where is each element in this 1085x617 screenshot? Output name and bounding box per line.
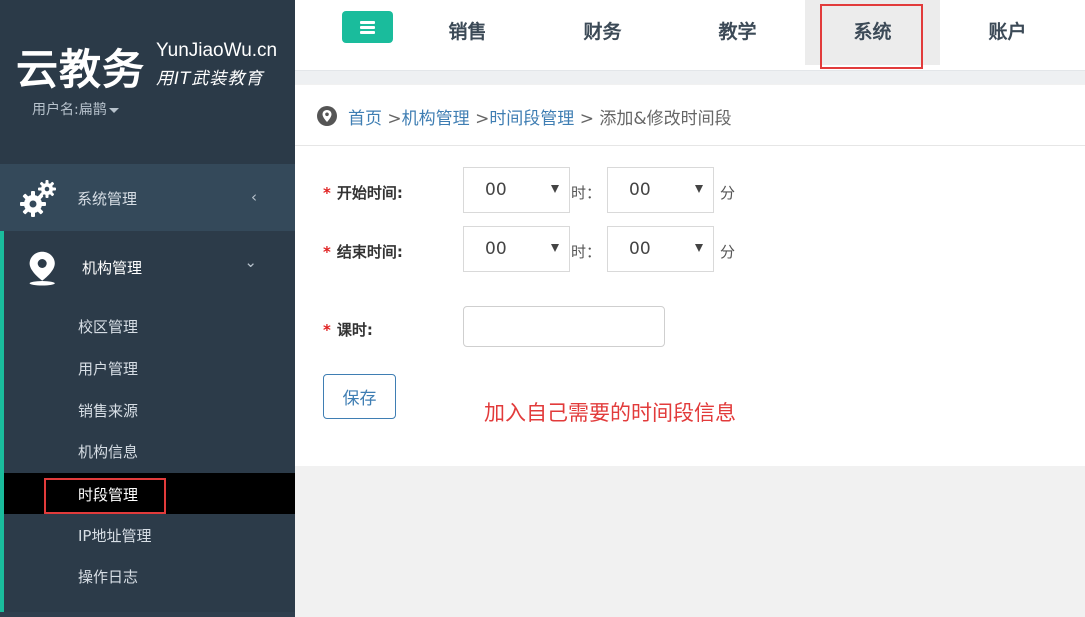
hamburger-icon [360, 21, 375, 24]
hour-unit: 时： [571, 243, 602, 261]
hour-unit: 时： [571, 184, 602, 202]
dropdown-arrow-icon [695, 185, 703, 193]
sidebar-item-users[interactable]: 用户管理 [4, 347, 295, 388]
dropdown-arrow-icon [551, 244, 559, 252]
minute-unit: 分 [720, 184, 736, 202]
sidebar-item-label: 时段管理 [78, 486, 139, 504]
start-minute-select[interactable]: 00 [607, 167, 714, 213]
sidebar: 云教务 YunJiaoWu.cn 用IT武装教育 用户名:扁鹊 系统管理 ‹ 机… [0, 0, 295, 617]
sidebar-item-system-management[interactable]: 系统管理 ‹ [0, 164, 295, 231]
sidebar-group-label: 机构管理 [82, 259, 143, 277]
breadcrumb-current: 添加&修改时间段 [599, 109, 732, 129]
logo-text: 云教务 [16, 45, 146, 94]
gears-icon [20, 180, 56, 217]
sidebar-item-ip-address[interactable]: IP地址管理 [4, 514, 295, 555]
breadcrumb-org-management[interactable]: 机构管理 [402, 109, 470, 129]
start-minute-value: 00 [629, 180, 651, 200]
breadcrumb-time-slot-management[interactable]: 时间段管理 [489, 109, 574, 129]
sidebar-item-time-slots[interactable]: 时段管理 [4, 473, 295, 514]
tab-account[interactable]: 账户 [940, 0, 1075, 65]
start-time-label-text: 开始时间: [336, 184, 403, 202]
sidebar-item-org-info[interactable]: 机构信息 [4, 430, 295, 471]
main-content: 首页 >机构管理 >时间段管理 > 添加&修改时间段 * 开始时间: 00 时： … [295, 85, 1085, 466]
end-time-label-text: 结束时间: [336, 243, 403, 261]
required-mark: * [323, 184, 331, 202]
breadcrumb-separator: > [387, 109, 402, 129]
save-button[interactable]: 保存 [323, 374, 396, 419]
dropdown-arrow-icon [551, 185, 559, 193]
class-hours-input[interactable] [463, 306, 665, 347]
end-minute-value: 00 [629, 239, 651, 259]
sidebar-item-label: 校区管理 [78, 318, 139, 336]
end-hour-select[interactable]: 00 [463, 226, 570, 272]
brand-area: 云教务 YunJiaoWu.cn 用IT武装教育 用户名:扁鹊 [0, 0, 295, 164]
minute-unit: 分 [720, 243, 736, 261]
user-dropdown[interactable]: 用户名:扁鹊 [32, 99, 119, 119]
class-hours-label: * 课时: [323, 319, 373, 340]
map-pin-icon [29, 251, 55, 286]
hamburger-icon-bar [360, 31, 375, 34]
location-pin-icon [317, 106, 337, 126]
tab-teaching[interactable]: 教学 [670, 0, 805, 65]
start-hour-value: 00 [485, 180, 507, 200]
annotation-note: 加入自己需要的时间段信息 [484, 401, 736, 425]
required-mark: * [323, 321, 331, 339]
start-time-label: * 开始时间: [323, 182, 403, 203]
start-hour-select[interactable]: 00 [463, 167, 570, 213]
logo-slogan: 用IT武装教育 [156, 69, 264, 89]
sidebar-group-label: 系统管理 [77, 190, 138, 208]
top-nav: 销售 财务 教学 系统 账户 [295, 0, 1085, 70]
sidebar-item-campus[interactable]: 校区管理 [4, 305, 295, 346]
sidebar-item-operation-log[interactable]: 操作日志 [4, 555, 295, 596]
chevron-down-icon: ⌄ [244, 253, 257, 271]
topbar-divider [295, 70, 1085, 84]
breadcrumb-home[interactable]: 首页 [348, 109, 382, 129]
sidebar-group-system: 系统管理 ‹ [0, 164, 295, 231]
end-minute-select[interactable]: 00 [607, 226, 714, 272]
sidebar-item-label: 用户管理 [78, 360, 139, 378]
sidebar-group-org: 机构管理 ⌄ 校区管理 用户管理 销售来源 机构信息 时段管理 IP地址管理 操… [0, 231, 295, 612]
breadcrumb-trail: 首页 >机构管理 >时间段管理 > 添加&修改时间段 [348, 104, 732, 129]
logo-domain: YunJiaoWu.cn [156, 40, 278, 61]
required-mark: * [323, 243, 331, 261]
breadcrumb-separator: > [579, 109, 594, 129]
user-label: 用户名:扁鹊 [32, 102, 107, 118]
sidebar-item-label: 机构信息 [78, 443, 139, 461]
sidebar-item-label: IP地址管理 [78, 527, 152, 545]
hamburger-icon-bar [360, 26, 375, 29]
tab-finance[interactable]: 财务 [535, 0, 670, 65]
breadcrumb: 首页 >机构管理 >时间段管理 > 添加&修改时间段 [295, 85, 1085, 146]
dropdown-arrow-icon [695, 244, 703, 252]
tab-sales[interactable]: 销售 [400, 0, 535, 65]
breadcrumb-separator: > [475, 109, 490, 129]
sidebar-item-label: 销售来源 [78, 402, 139, 420]
sidebar-item-sales-source[interactable]: 销售来源 [4, 389, 295, 430]
tab-system[interactable]: 系统 [805, 0, 940, 65]
sidebar-item-org-management[interactable]: 机构管理 ⌄ [4, 231, 295, 298]
end-time-label: * 结束时间: [323, 241, 403, 262]
caret-down-icon [108, 107, 119, 113]
end-hour-value: 00 [485, 239, 507, 259]
sidebar-item-label: 操作日志 [78, 568, 139, 586]
chevron-left-icon: ‹ [251, 188, 257, 206]
class-hours-label-text: 课时: [336, 321, 373, 339]
hamburger-menu-button[interactable] [342, 11, 393, 43]
